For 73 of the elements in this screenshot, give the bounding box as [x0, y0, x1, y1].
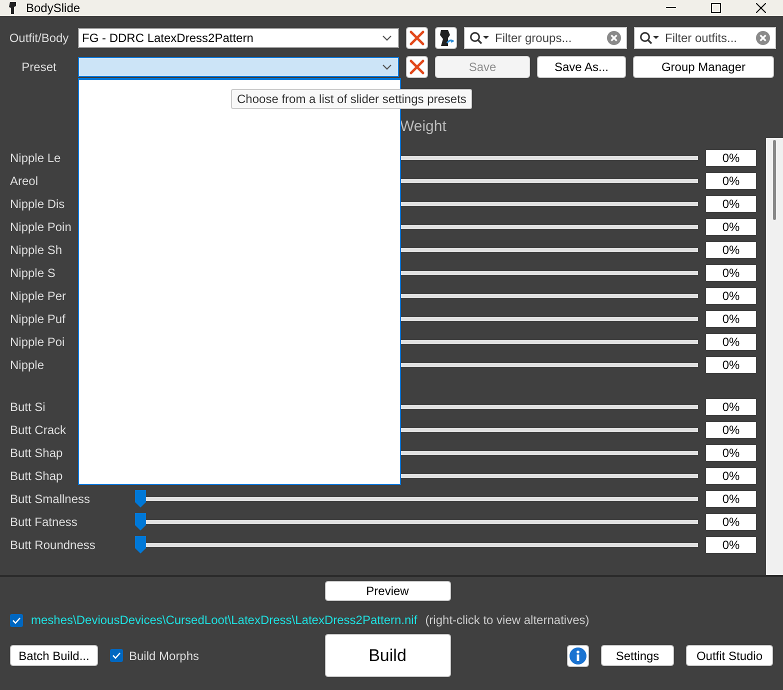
slider-label: Nipple Poi	[9, 334, 65, 348]
filter-groups-field[interactable]: Filter groups...	[464, 27, 627, 49]
slider-value-field[interactable]: 0%	[706, 172, 756, 188]
body-silhouette-button[interactable]	[435, 27, 457, 49]
build-morphs-checkbox[interactable]	[110, 649, 123, 662]
slider-value-field[interactable]: 0%	[706, 264, 756, 280]
filter-outfits-field[interactable]: Filter outfits...	[634, 27, 776, 49]
slider-label: Butt Smallness	[9, 492, 90, 506]
build-button[interactable]: Build	[324, 634, 450, 677]
outfit-dropdown[interactable]: FG - DDRC LatexDress2Pattern	[78, 28, 399, 48]
mesh-path-link[interactable]: meshes\DeviousDevices\CursedLoot\LatexDress\LatexDress2Pattern.nif	[31, 613, 418, 627]
batch-build-button[interactable]: Batch Build...	[10, 645, 98, 666]
slider-value-field[interactable]: 0%	[706, 536, 756, 552]
slider-label: Nipple	[9, 358, 44, 372]
slider-thumb[interactable]	[135, 490, 146, 508]
clear-preset-button[interactable]	[406, 56, 428, 78]
slider-label: Nipple Sh	[9, 242, 62, 256]
app-icon	[8, 2, 18, 14]
preview-button[interactable]: Preview	[324, 581, 450, 601]
slider-thumb[interactable]	[135, 512, 146, 530]
slider-label: Nipple Dis	[9, 196, 65, 210]
slider-label: Butt Fatness	[9, 514, 78, 528]
slider-value-field[interactable]: 0%	[706, 422, 756, 438]
slider-label: Areol	[9, 174, 38, 188]
minimize-icon[interactable]	[666, 7, 676, 9]
maximize-icon[interactable]	[710, 3, 720, 13]
slider-value-field[interactable]: 0%	[706, 218, 756, 234]
chevron-down-icon	[382, 35, 392, 41]
slider-label: Butt Roundness	[9, 538, 96, 552]
slider-value-field[interactable]: 0%	[706, 514, 756, 530]
search-icon	[469, 31, 491, 45]
slider-value-field[interactable]: 0%	[706, 150, 756, 166]
slider-value-field[interactable]: 0%	[706, 334, 756, 350]
preset-label: Preset	[20, 60, 58, 74]
slider-value-field[interactable]: 0%	[706, 356, 756, 372]
column-heading: Weight	[400, 118, 446, 135]
slider-label: Nipple Le	[9, 150, 61, 164]
mesh-hint: (right-click to view alternatives)	[425, 613, 590, 627]
slider-value-field[interactable]: 0%	[706, 398, 756, 414]
settings-button[interactable]: Settings	[601, 645, 674, 666]
chevron-down-icon	[382, 64, 392, 70]
preset-dropdown[interactable]	[78, 57, 399, 77]
slider-label: Nipple Poin	[9, 220, 72, 234]
slider-value-field[interactable]: 0%	[706, 310, 756, 326]
close-icon[interactable]	[756, 3, 766, 13]
slider-label: Nipple S	[9, 266, 56, 280]
preset-action-button[interactable]: Group Manager	[633, 56, 774, 78]
preset-tooltip: Choose from a list of slider settings presets	[231, 89, 472, 109]
outfit-label: Outfit/Body	[8, 31, 70, 45]
slider-label: Butt Shap	[9, 446, 63, 460]
slider-thumb[interactable]	[135, 536, 146, 554]
clear-icon[interactable]	[607, 31, 621, 45]
mesh-checkbox[interactable]	[10, 614, 23, 626]
clear-outfit-button[interactable]	[406, 27, 428, 49]
clear-icon[interactable]	[756, 31, 770, 45]
scrollbar[interactable]	[766, 138, 783, 575]
slider-label: Nipple Per	[9, 288, 66, 302]
slider-value-field[interactable]: 0%	[706, 196, 756, 212]
slider-value-field[interactable]: 0%	[706, 242, 756, 258]
slider-label: Nipple Puf	[9, 312, 66, 326]
window-title: BodySlide	[26, 1, 80, 15]
preset-action-button[interactable]: Save As...	[537, 56, 626, 78]
slider-value-field[interactable]: 0%	[706, 444, 756, 460]
info-button[interactable]	[567, 644, 589, 666]
slider-value-field[interactable]: 0%	[706, 490, 756, 506]
slider-label: Butt Crack	[9, 422, 66, 436]
slider-value-field[interactable]: 0%	[706, 288, 756, 304]
outfit-studio-button[interactable]: Outfit Studio	[686, 645, 773, 666]
slider-label: Butt Si	[9, 400, 46, 414]
slider-label: Butt Shap	[9, 468, 63, 482]
search-icon	[639, 31, 661, 45]
build-morphs-label: Build Morphs	[129, 648, 200, 662]
slider-value-field[interactable]: 0%	[706, 468, 756, 484]
